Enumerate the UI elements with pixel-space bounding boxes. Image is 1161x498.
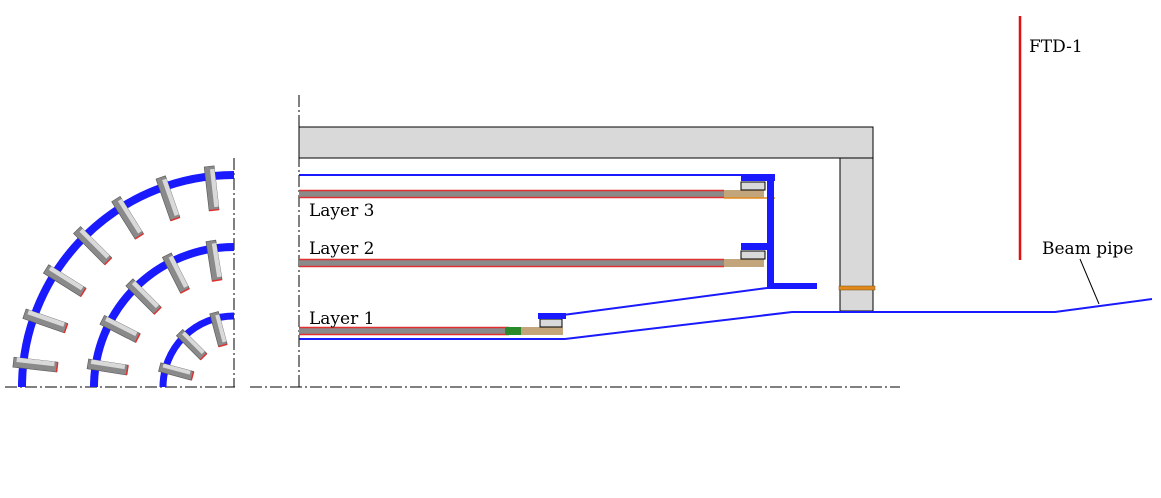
layer3-ladder (299, 181, 775, 199)
support-ring (838, 285, 876, 291)
end-view (12, 165, 235, 388)
beam-pipe-label: Beam pipe (1042, 239, 1133, 259)
layer3-label: Layer 3 (309, 201, 374, 221)
support-cone (562, 287, 768, 316)
layer2-label: Layer 2 (309, 239, 374, 259)
side-view (298, 16, 1153, 340)
layer1-label: Layer 1 (309, 309, 374, 329)
beam-pipe-leader (1079, 258, 1100, 305)
ftd-label: FTD-1 (1029, 37, 1083, 57)
vertex-detector-diagram: Layer 3 Layer 2 Layer 1 FTD-1 Beam pipe (5, 16, 1153, 388)
layer1-connector (505, 327, 521, 335)
inner-layer-ladders (158, 311, 228, 381)
